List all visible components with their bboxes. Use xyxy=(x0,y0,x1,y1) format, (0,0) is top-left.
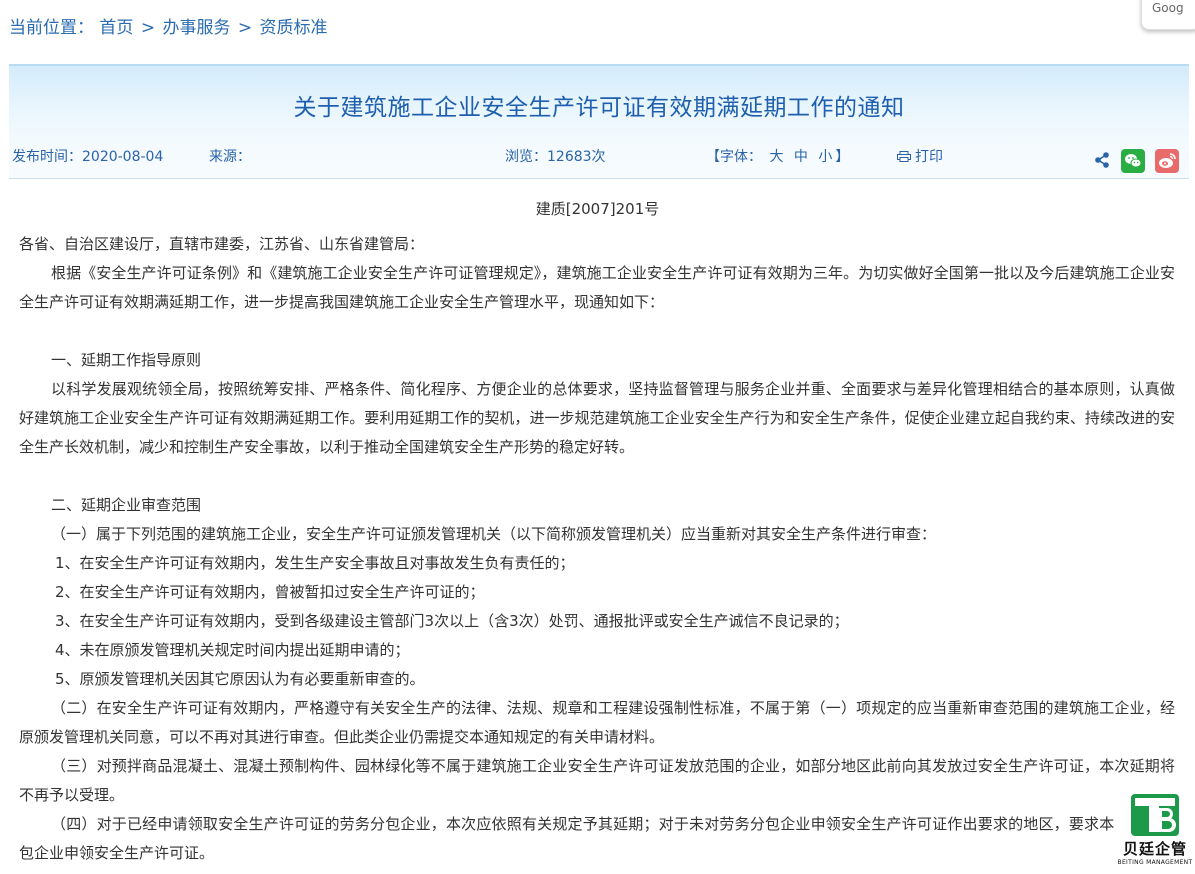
article-header: 关于建筑施工企业安全生产许可证有效期满延期工作的通知 发布时间：2020-08-… xyxy=(9,64,1189,179)
breadcrumb: 当前位置： 首页 > 办事服务 > 资质标准 xyxy=(9,13,328,38)
breadcrumb-section-link[interactable]: 办事服务 xyxy=(162,18,230,38)
breadcrumb-current-link[interactable]: 资质标准 xyxy=(260,18,328,38)
breadcrumb-label: 当前位置： xyxy=(9,18,94,38)
section-2-item-3: （三）对预拌商品混凝土、混凝土预制构件、园林绿化等不属于建筑施工企业安全生产许可… xyxy=(19,757,1175,804)
wechat-glyph-icon xyxy=(1125,154,1142,168)
section-2-subitem-2: 2、在安全生产许可证有效期内，曾被暂扣过安全生产许可证的； xyxy=(55,583,485,601)
section-2-subitem-3: 3、在安全生产许可证有效期内，受到各级建设主管部门3次以上（含3次）处罚、通报批… xyxy=(55,612,849,630)
google-tab-label: Goog xyxy=(1152,1,1184,15)
beiting-logo: 贝廷企管 BEITING MANAGEMENT xyxy=(1115,792,1195,874)
section-1-paragraph: 以科学发展观统领全局，按照统筹安排、严格条件、简化程序、方便企业的总体要求，坚持… xyxy=(19,380,1175,456)
weibo-icon[interactable] xyxy=(1155,149,1179,173)
publish-label: 发布时间： xyxy=(12,149,82,165)
font-large-button[interactable]: 大 xyxy=(769,149,783,165)
logo-english-name: BEITING MANAGEMENT xyxy=(1117,859,1193,866)
publish-info: 发布时间：2020-08-04 xyxy=(12,146,163,166)
logo-mark-icon xyxy=(1131,794,1179,836)
share-icon[interactable] xyxy=(1093,151,1111,169)
weibo-glyph-icon xyxy=(1159,153,1176,168)
google-translate-tab[interactable]: Goog xyxy=(1141,0,1195,30)
addressee: 各省、自治区建设厅，直辖市建委，江苏省、山东省建管局： xyxy=(19,235,425,253)
views-label: 浏览： xyxy=(505,149,547,165)
source-info: 来源： xyxy=(209,146,251,166)
section-1-heading: 一、延期工作指导原则 xyxy=(51,351,202,369)
source-label: 来源： xyxy=(209,149,251,165)
section-2-subitem-4: 4、未在原颁发管理机关规定时间内提出延期申请的； xyxy=(55,641,410,659)
section-2-item-4: （四）对于已经申请领取安全生产许可证的劳务分包企业，本次应依照有关规定予其延期；… xyxy=(19,815,1175,862)
section-2-heading: 二、延期企业审查范围 xyxy=(51,496,202,514)
font-label: 【字体： xyxy=(706,149,762,165)
section-2-item-1: （一）属于下列范围的建筑施工企业，安全生产许可证颁发管理机关（以下简称颁发管理机… xyxy=(51,525,937,543)
section-2-item-2: （二）在安全生产许可证有效期内，严格遵守有关安全生产的法律、法规、规章和工程建设… xyxy=(19,699,1175,746)
views-info: 浏览：12683次 xyxy=(505,146,606,166)
section-2-subitem-5: 5、原颁发管理机关因其它原因认为有必要重新审查的。 xyxy=(55,670,425,688)
breadcrumb-home-link[interactable]: 首页 xyxy=(99,18,133,38)
logo-name: 贝廷企管 xyxy=(1122,840,1187,858)
document-number: 建质[2007]201号 xyxy=(535,200,660,218)
wechat-icon[interactable] xyxy=(1121,149,1145,173)
article-body: 各省、自治区建设厅，直辖市建委，江苏省、山东省建管局： 根据《安全生产许可证条例… xyxy=(19,230,1175,868)
section-2-subitem-1: 1、在安全生产许可证有效期内，发生生产安全事故且对事故发生负有责任的； xyxy=(55,554,575,572)
views-count: 12683次 xyxy=(547,149,606,165)
font-close-bracket: 】 xyxy=(835,149,850,165)
breadcrumb-separator: > xyxy=(140,18,156,38)
font-small-button[interactable]: 小 xyxy=(818,149,832,165)
article-title: 关于建筑施工企业安全生产许可证有效期满延期工作的通知 xyxy=(293,95,905,121)
printer-icon xyxy=(897,151,911,162)
print-label: 打印 xyxy=(915,149,943,165)
font-size-control: 【字体： 大 中 小】 xyxy=(706,146,849,166)
print-button[interactable]: 打印 xyxy=(897,146,943,166)
intro-paragraph: 根据《安全生产许可证条例》和《建筑施工企业安全生产许可证管理规定》，建筑施工企业… xyxy=(19,264,1175,311)
breadcrumb-separator: > xyxy=(237,18,253,38)
publish-date: 2020-08-04 xyxy=(82,149,164,165)
font-medium-button[interactable]: 中 xyxy=(794,149,808,165)
